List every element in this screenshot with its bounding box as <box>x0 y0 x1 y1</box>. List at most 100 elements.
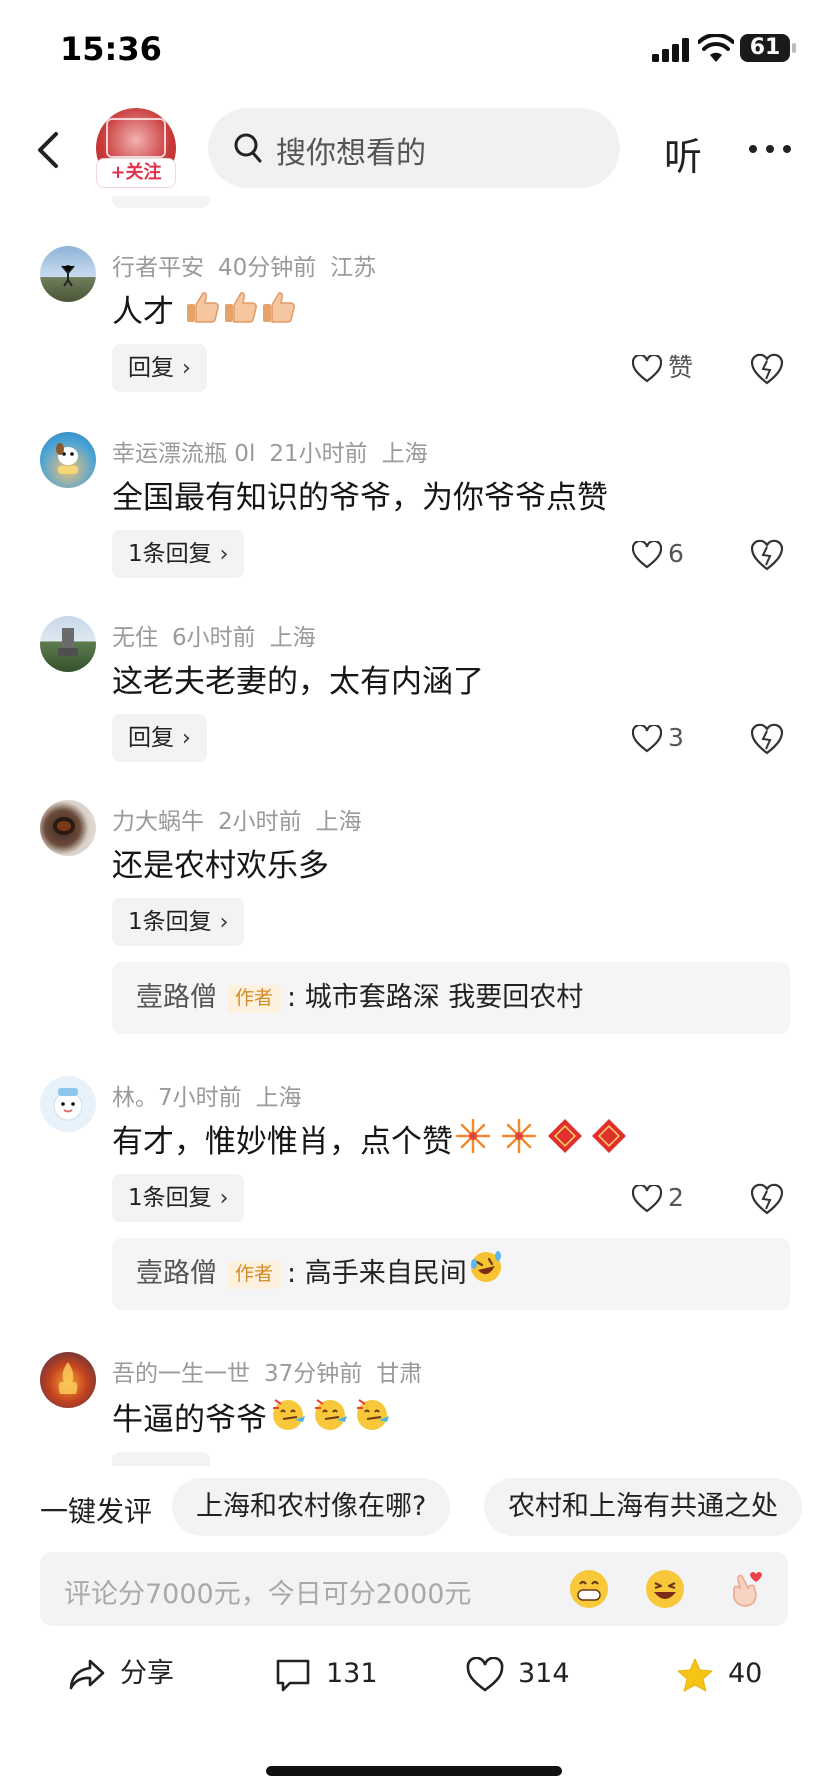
like-post-button[interactable]: 314 <box>466 1652 570 1696</box>
quick-comment-chip[interactable]: 农村和上海有共通之处 <box>484 1478 802 1536</box>
comment-input[interactable]: 评论分7000元，今日可分2000元 <box>40 1552 788 1626</box>
status-bar: 15:36 61 <box>0 0 828 100</box>
comment-text: 有才，惟妙惟肖，点个赞 <box>112 1116 629 1161</box>
reply-text: : 高手来自民间 <box>287 1258 467 1289</box>
heart-icon <box>631 1183 663 1213</box>
comment-username[interactable]: 吾的一生一世 <box>112 1361 250 1387</box>
laughing-crying-icon <box>470 1251 501 1282</box>
author-reply[interactable]: 壹路僧 作者: 高手来自民间 <box>112 1238 790 1310</box>
comment-time: 6小时前 <box>172 625 256 651</box>
author-badge: 作者 <box>227 1260 282 1289</box>
follow-button[interactable]: +关注 <box>96 158 176 188</box>
finger-heart-icon[interactable] <box>720 1566 766 1612</box>
party-face-icon <box>273 1399 305 1430</box>
party-face-icon <box>315 1399 347 1430</box>
search-bar[interactable]: 搜你想看的 <box>208 108 620 188</box>
author-badge: 作者 <box>227 984 282 1013</box>
back-arrow-icon[interactable] <box>30 122 66 178</box>
like-button[interactable]: 赞 <box>631 344 693 392</box>
search-placeholder: 搜你想看的 <box>276 136 426 171</box>
dislike-heart-icon[interactable] <box>750 722 784 756</box>
comment-username[interactable]: 无住 <box>112 625 158 651</box>
favorite-button[interactable]: 40 <box>676 1652 762 1696</box>
user-avatar[interactable] <box>40 1352 96 1408</box>
user-avatar[interactable] <box>40 800 96 856</box>
chevron-right-icon: › <box>219 1186 229 1211</box>
thumbs-up-icon <box>224 292 257 323</box>
chevron-right-icon: › <box>182 356 191 381</box>
top-nav: +关注 搜你想看的 听 <box>0 100 828 200</box>
reply-username[interactable]: 壹路僧 <box>136 1258 217 1289</box>
reply-button[interactable]: 回复 › <box>112 344 207 392</box>
like-button[interactable]: 3 <box>631 714 684 762</box>
comment-item: 吾的一生一世 37分钟前 甘肃 牛逼的爷爷 <box>0 1352 828 1466</box>
comment-username[interactable]: 幸运漂流瓶 0l <box>112 441 255 467</box>
comment-meta: 林。7小时前 上海 <box>112 1078 316 1112</box>
thumbs-up-icon <box>186 292 219 323</box>
comment-username[interactable]: 力大蜗牛 <box>112 809 204 835</box>
comment-text: 牛逼的爷爷 <box>112 1392 393 1439</box>
fu-diamond-icon <box>548 1119 582 1153</box>
grin-emoji-icon[interactable] <box>566 1566 612 1612</box>
wifi-icon <box>698 34 734 62</box>
fireworks-icon <box>455 1118 491 1154</box>
bottom-action-bar: 分享 131 314 40 <box>0 1640 828 1710</box>
like-button[interactable]: 2 <box>631 1174 684 1222</box>
comment-text: 人才 <box>112 286 298 331</box>
thumbs-up-icon <box>262 292 295 323</box>
comment-meta: 行者平安 40分钟前 江苏 <box>112 248 390 282</box>
user-avatar[interactable] <box>40 1076 96 1132</box>
heart-icon <box>631 539 663 569</box>
comment-text: 这老夫老妻的，太有内涵了 <box>112 664 484 700</box>
reply-button-partial[interactable] <box>112 1452 210 1466</box>
snowman-icon <box>53 1088 83 1121</box>
reply-username[interactable]: 壹路僧 <box>136 982 217 1013</box>
home-indicator[interactable] <box>266 1766 562 1776</box>
quick-comment-bar: 一键发评 上海和农村像在哪? 农村和上海有共通之处 <box>0 1476 828 1540</box>
chevron-right-icon: › <box>182 726 191 751</box>
comment-username[interactable]: 行者平安 <box>112 255 204 281</box>
user-avatar[interactable] <box>40 246 96 302</box>
laugh-emoji-icon[interactable] <box>642 1566 688 1612</box>
view-replies-button[interactable]: 1条回复 › <box>112 1174 245 1222</box>
seal-logo-icon <box>106 118 166 158</box>
person-silhouette-icon <box>61 265 75 287</box>
author-reply[interactable]: 壹路僧 作者: 城市套路深 我要回农村 <box>112 962 790 1034</box>
share-icon <box>69 1659 105 1689</box>
comment-location: 上海 <box>315 809 362 835</box>
fireworks-icon <box>501 1118 537 1154</box>
comments-button[interactable]: 131 <box>274 1652 378 1696</box>
comment-location: 上海 <box>255 1085 302 1111</box>
dislike-heart-icon[interactable] <box>750 1182 784 1216</box>
comment-meta: 幸运漂流瓶 0l 21小时前 上海 <box>112 434 442 468</box>
comment-location: 上海 <box>381 441 428 467</box>
share-button[interactable]: 分享 <box>68 1652 174 1696</box>
user-avatar[interactable] <box>40 616 96 672</box>
quick-comment-label: 一键发评 <box>40 1495 153 1528</box>
reply-button[interactable]: 回复 › <box>112 714 207 762</box>
comment-location: 江苏 <box>330 255 377 281</box>
dislike-heart-icon[interactable] <box>750 538 784 572</box>
dislike-heart-icon[interactable] <box>750 352 784 386</box>
listen-button[interactable]: 听 <box>664 126 702 181</box>
comment-username[interactable]: 林。7 <box>112 1085 173 1111</box>
coffee-cup-icon <box>53 817 75 835</box>
comment-text: 还是农村欢乐多 <box>112 848 329 884</box>
view-replies-button[interactable]: 1条回复 › <box>112 530 245 578</box>
search-icon <box>234 133 262 163</box>
comment-location: 上海 <box>269 625 316 651</box>
flame-figure-icon <box>58 1362 78 1394</box>
star-icon <box>677 1658 713 1691</box>
comment-bubble-icon <box>276 1659 310 1691</box>
quick-comment-chip[interactable]: 上海和农村像在哪? <box>172 1478 451 1536</box>
comment-time: 小时前 <box>172 1085 242 1111</box>
more-icon[interactable] <box>748 144 792 154</box>
comment-time: 21小时前 <box>269 441 368 467</box>
view-replies-button[interactable]: 1条回复 › <box>112 898 245 946</box>
like-button[interactable]: 6 <box>631 530 684 578</box>
user-avatar[interactable] <box>40 432 96 488</box>
chevron-right-icon: › <box>219 910 229 935</box>
comment-input-placeholder: 评论分7000元，今日可分2000元 <box>64 1579 472 1610</box>
statue-icon <box>58 628 78 656</box>
comment-text: 全国最有知识的爷爷，为你爷爷点赞 <box>112 480 608 516</box>
